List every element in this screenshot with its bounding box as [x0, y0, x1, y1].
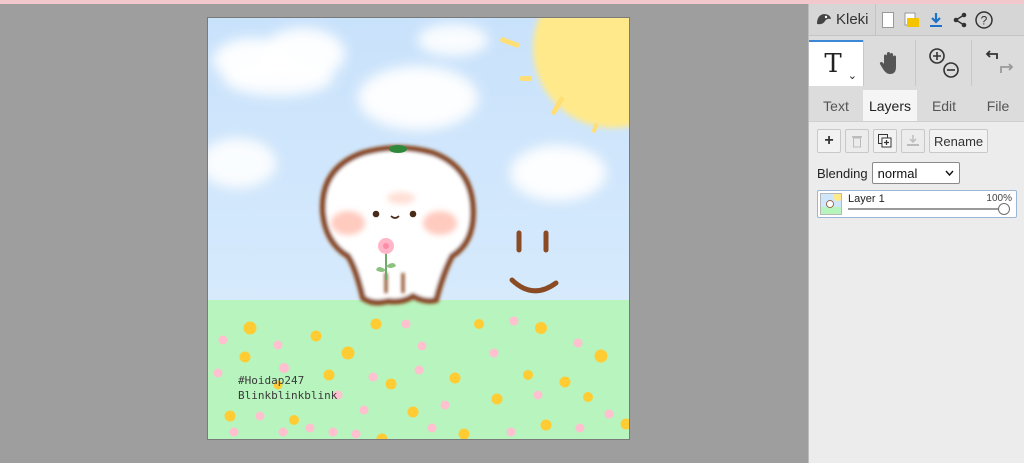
history-icons [985, 50, 1013, 73]
brand-bar: Kleki ? [809, 3, 1024, 36]
canvas-caption-line2: Blinkblinkblink [238, 389, 338, 402]
sidebar: Kleki ? T ⌄ Text Layers Edit File + Rena… [808, 3, 1024, 463]
duplicate-icon [878, 134, 892, 148]
tab-layers[interactable]: Layers [863, 90, 917, 121]
history-controls [971, 40, 1024, 86]
layers-panel: + Rename Blending normal Layer 1 100% [809, 122, 1024, 463]
chevron-down-icon [945, 170, 954, 176]
workspace: #Hoidap247 Blinkblinkblink [0, 4, 808, 463]
chevron-down-icon[interactable]: ⌄ [848, 69, 857, 82]
help-icon[interactable]: ? [972, 4, 996, 36]
canvas-caption-line1: #Hoidap247 [238, 374, 305, 387]
zoom-icons [928, 48, 959, 78]
delete-layer-button[interactable] [845, 129, 869, 153]
kleki-bird-icon [817, 13, 831, 24]
tab-file[interactable]: File [971, 90, 1024, 121]
layer-thumbnail [820, 193, 842, 215]
layer-opacity-slider[interactable] [848, 203, 1010, 215]
blending-label: Blending [817, 165, 868, 181]
kleki-logo[interactable]: Kleki [809, 3, 876, 36]
panel-tabs: Text Layers Edit File [809, 90, 1024, 122]
plus-icon: + [824, 132, 834, 149]
tab-text[interactable]: Text [809, 90, 863, 121]
text-tool-button[interactable]: T ⌄ [809, 40, 863, 86]
hand-tool-icon [879, 52, 896, 74]
add-layer-button[interactable]: + [817, 129, 841, 153]
svg-text:?: ? [980, 13, 987, 27]
share-icon[interactable] [948, 4, 972, 36]
blending-select[interactable]: normal [871, 162, 960, 184]
open-folder-icon[interactable] [900, 4, 924, 36]
drawing-canvas[interactable]: #Hoidap247 Blinkblinkblink [207, 17, 630, 440]
layer-item[interactable]: Layer 1 100% [817, 190, 1017, 218]
rename-layer-button[interactable]: Rename [929, 129, 989, 153]
zoom-in-icon[interactable] [928, 48, 945, 64]
redo-icon[interactable] [999, 63, 1013, 73]
undo-icon[interactable] [985, 50, 998, 59]
new-file-icon[interactable] [876, 4, 900, 36]
layer-name: Layer 1 [848, 193, 885, 205]
blending-row: Blending normal [817, 162, 960, 184]
merge-layer-button[interactable] [901, 129, 925, 153]
tab-edit[interactable]: Edit [917, 90, 971, 121]
zoom-out-icon[interactable] [942, 62, 959, 78]
slider-knob[interactable] [998, 203, 1010, 215]
layer-opacity-value: 100% [986, 193, 1012, 204]
duplicate-layer-button[interactable] [873, 129, 897, 153]
hand-tool-button[interactable] [863, 40, 915, 86]
tool-row: T ⌄ [809, 40, 1024, 88]
text-tool-icon: T [824, 49, 842, 79]
blending-value: normal [877, 165, 918, 181]
trash-icon [852, 136, 862, 148]
app-name: Kleki [836, 11, 869, 28]
merge-down-icon [907, 135, 919, 146]
layer-buttons: + Rename [817, 129, 989, 153]
zoom-controls [915, 40, 971, 86]
download-icon[interactable] [924, 4, 948, 36]
